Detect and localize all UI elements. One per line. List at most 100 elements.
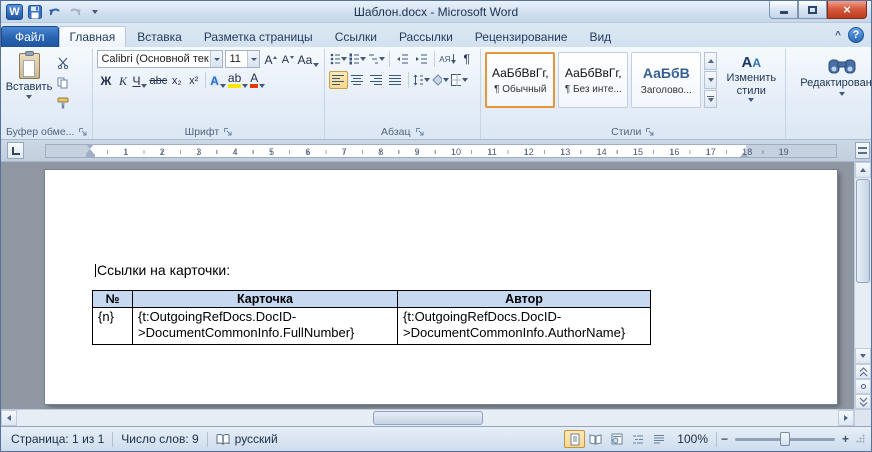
multilevel-list-button[interactable] [367,50,386,68]
style-no-spacing[interactable]: АаБбВвГг, ¶ Без инте... [558,52,628,108]
left-indent-marker[interactable] [86,154,95,157]
shading-button[interactable] [431,71,450,89]
view-draft-button[interactable] [648,430,669,448]
dropdown-arrow-icon [92,10,98,14]
zoom-out-button[interactable]: − [717,432,732,446]
dialog-launcher-icon[interactable] [415,127,425,137]
dialog-launcher-icon[interactable] [645,127,655,137]
horizontal-scroll-thumb[interactable] [373,411,483,425]
zoom-level[interactable]: 100% [669,432,716,446]
style-heading1[interactable]: АаБбВ Заголово... [631,52,701,108]
zoom-slider[interactable] [735,431,835,447]
text-effects-button[interactable]: А [209,71,227,89]
tab-view[interactable]: Вид [578,26,622,47]
highlight-button[interactable]: ab [227,71,249,89]
tab-page-layout[interactable]: Разметка страницы [193,26,324,47]
dialog-launcher-icon[interactable] [223,127,233,137]
minimize-ribbon-icon[interactable]: ^ [835,30,841,41]
status-page-count[interactable]: Страница: 1 из 1 [3,427,112,451]
vertical-scroll-track[interactable] [855,178,871,348]
zoom-slider-thumb[interactable] [780,432,790,446]
gallery-more-button[interactable] [704,90,717,108]
close-button[interactable]: × [827,1,867,19]
editing-button[interactable]: Редактирование [790,50,872,96]
view-outline-button[interactable] [627,430,648,448]
change-case-button[interactable]: Аа [296,50,320,68]
shrink-font-button[interactable]: А [279,50,296,68]
view-web-layout-button[interactable] [606,430,627,448]
save-button[interactable] [27,4,43,20]
horizontal-scrollbar[interactable] [1,409,854,426]
align-left-button[interactable] [329,71,348,89]
word-app-icon[interactable]: W [6,4,23,20]
scroll-left-button[interactable] [1,410,17,426]
align-right-button[interactable] [367,71,386,89]
minimize-button[interactable] [769,1,798,19]
numbering-button[interactable] [348,50,367,68]
resize-grip[interactable] [853,434,867,445]
previous-page-button[interactable] [855,364,871,379]
title-bar[interactable]: W Шаблон.docx - Microsoft Word × [1,1,871,23]
tab-review[interactable]: Рецензирование [464,26,579,47]
scroll-down-button[interactable] [855,348,871,364]
font-size-combo[interactable]: 11 [225,50,260,68]
redo-button[interactable] [67,4,83,20]
tab-stop-selector[interactable] [7,142,24,159]
tab-file[interactable]: Файл [1,26,59,47]
font-family-combo[interactable]: Calibri (Основной тек [97,50,223,68]
view-print-layout-button[interactable] [564,430,585,448]
line-spacing-button[interactable] [412,71,431,89]
tab-references[interactable]: Ссылки [324,26,388,47]
maximize-button[interactable] [798,1,827,19]
vertical-scroll-thumb[interactable] [856,179,870,283]
select-browse-object-button[interactable] [855,379,871,394]
superscript-button[interactable]: x² [185,71,202,89]
borders-button[interactable] [450,71,469,89]
scroll-right-button[interactable] [838,410,854,426]
underline-button[interactable]: Ч [131,71,148,89]
next-page-button[interactable] [855,394,871,409]
gallery-up-button[interactable] [704,52,717,70]
qat-customize-button[interactable] [87,4,103,20]
sort-button[interactable]: АЯ [438,50,457,68]
subscript-button[interactable]: x₂ [168,71,185,89]
decrease-indent-button[interactable] [393,50,412,68]
strikethrough-button[interactable]: abc [148,71,168,89]
tab-insert[interactable]: Вставка [126,26,193,47]
tab-home[interactable]: Главная [59,26,127,47]
style-normal[interactable]: АаБбВвГг, ¶ Обычный [485,52,555,108]
paste-button[interactable]: Вставить [6,50,52,124]
ruler-strip[interactable]: 12345678910111213141516171819 [45,144,837,158]
vertical-scrollbar[interactable] [854,162,871,409]
arrow-down-icon [860,354,866,358]
align-center-button[interactable] [348,71,367,89]
grow-font-button[interactable]: А [262,50,279,68]
status-word-count[interactable]: Число слов: 9 [113,427,206,451]
document-page[interactable]: Ссылки на карточки: № Карточка Автор {n}… [45,170,837,404]
copy-button[interactable] [52,74,74,92]
ruler-toggle-button[interactable] [855,142,870,159]
font-color-button[interactable]: А [249,71,266,89]
view-fullscreen-reading-button[interactable] [585,430,606,448]
dialog-launcher-icon[interactable] [78,127,88,137]
status-language[interactable]: русский [208,427,286,451]
justify-button[interactable] [386,71,405,89]
change-styles-button[interactable]: АА Изменить стили [721,52,781,102]
bold-button[interactable]: Ж [97,71,114,89]
italic-button[interactable]: К [114,71,131,89]
horizontal-scroll-track[interactable] [17,410,838,426]
increase-indent-button[interactable] [412,50,431,68]
ruler-number: 16 [669,146,679,158]
undo-button[interactable] [47,4,63,20]
cut-button[interactable] [52,54,74,72]
zoom-in-button[interactable]: + [838,432,853,446]
bullets-button[interactable] [329,50,348,68]
help-icon[interactable]: ? [848,27,864,43]
gallery-down-button[interactable] [704,71,717,89]
show-marks-button[interactable]: ¶ [457,50,476,68]
word-window: W Шаблон.docx - Microsoft Word × Файл Гл… [0,0,872,452]
format-painter-button[interactable] [52,94,74,112]
scroll-up-button[interactable] [855,162,871,178]
tab-mailings[interactable]: Рассылки [388,26,464,47]
document-table[interactable]: № Карточка Автор {n} {t:OutgoingRefDocs.… [92,290,651,345]
